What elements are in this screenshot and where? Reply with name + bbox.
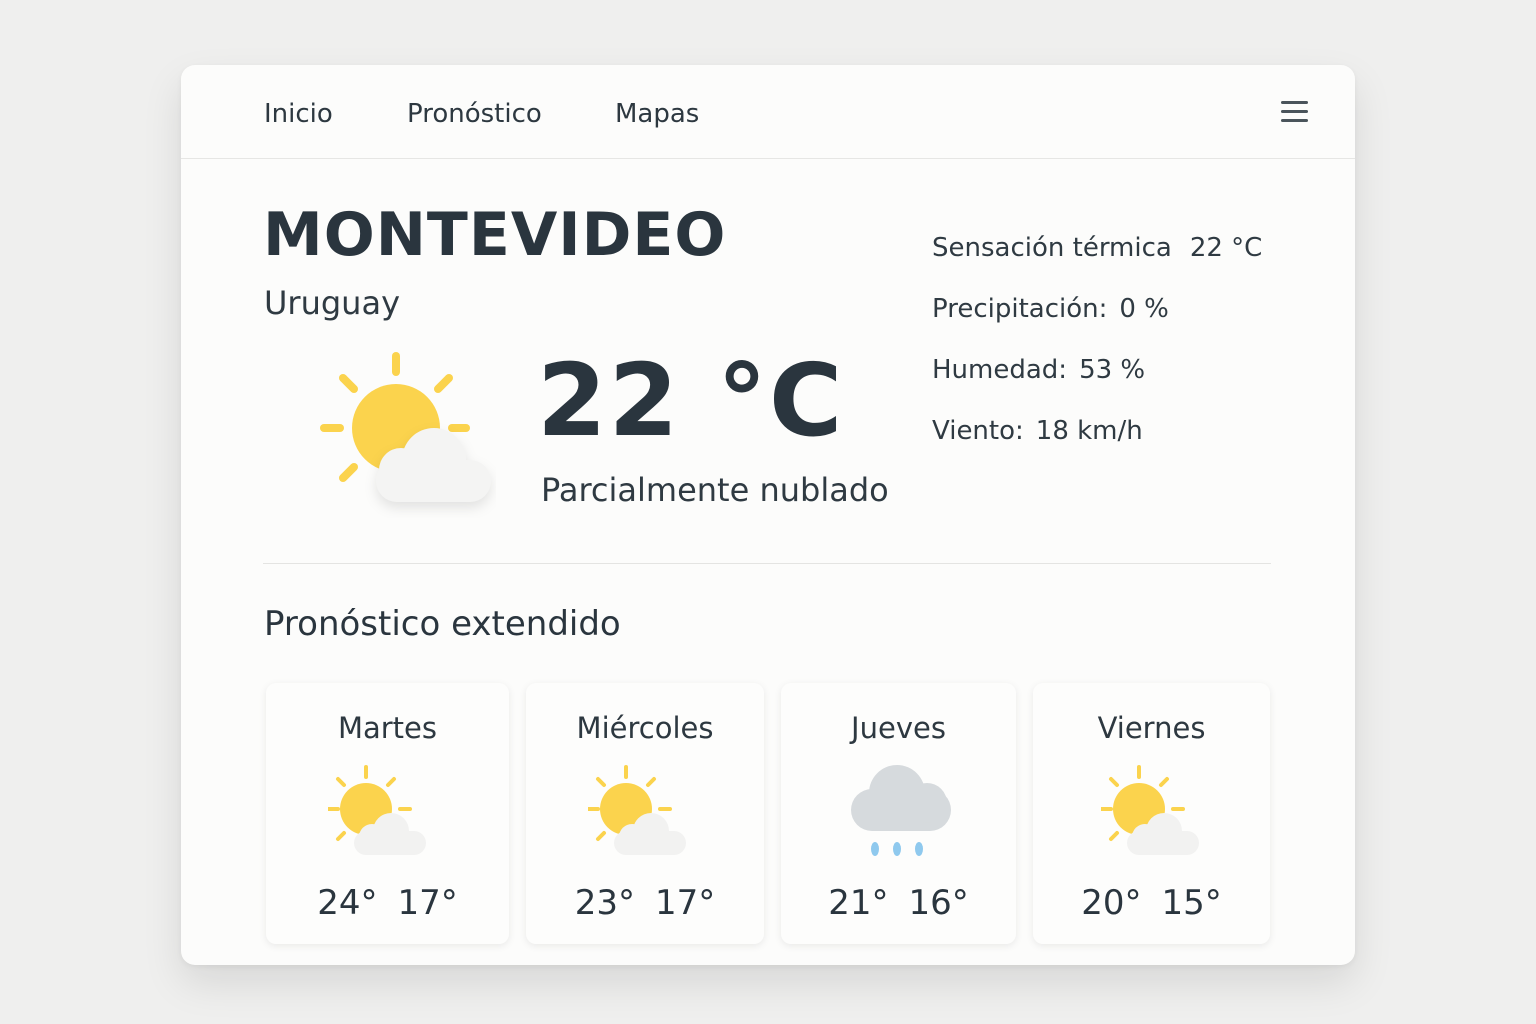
forecast-day-card[interactable]: Viernes 20° 15° bbox=[1033, 683, 1270, 944]
detail-label: Precipitación: bbox=[932, 294, 1108, 324]
partly-cloudy-icon bbox=[328, 765, 426, 855]
detail-label: Viento: bbox=[932, 416, 1024, 446]
day-high: 23° bbox=[574, 883, 635, 923]
forecast-day-card[interactable]: Jueves 21° 16° bbox=[781, 683, 1016, 944]
section-divider bbox=[263, 563, 1271, 564]
nav-item-mapas[interactable]: Mapas bbox=[615, 99, 699, 129]
day-low: 17° bbox=[397, 883, 458, 923]
country-name: Uruguay bbox=[264, 284, 400, 322]
day-high: 21° bbox=[828, 883, 889, 923]
current-condition: Parcialmente nublado bbox=[541, 471, 889, 509]
day-low: 17° bbox=[655, 883, 716, 923]
day-high: 20° bbox=[1081, 883, 1142, 923]
day-name: Martes bbox=[337, 711, 438, 745]
detail-wind: Viento: 18 km/h bbox=[932, 416, 1143, 446]
current-temperature: 22 °C bbox=[537, 342, 845, 459]
top-nav: Inicio Pronóstico Mapas bbox=[181, 65, 1355, 159]
detail-label: Humedad: bbox=[932, 355, 1068, 385]
day-temperatures: 24° 17° bbox=[266, 883, 509, 923]
detail-value: 0 % bbox=[1119, 294, 1169, 324]
forecast-day-card[interactable]: Martes 24° 17° bbox=[266, 683, 509, 944]
detail-value: 18 km/h bbox=[1035, 416, 1143, 446]
day-high: 24° bbox=[317, 883, 378, 923]
partly-cloudy-icon bbox=[320, 352, 491, 502]
day-name: Jueves bbox=[851, 711, 946, 745]
extended-forecast-title: Pronóstico extendido bbox=[264, 604, 621, 644]
nav-item-pronostico[interactable]: Pronóstico bbox=[407, 99, 542, 129]
day-low: 15° bbox=[1161, 883, 1222, 923]
detail-value: 22 °C bbox=[1189, 233, 1263, 263]
rain-cloud-icon bbox=[851, 765, 951, 856]
partly-cloudy-icon bbox=[1101, 765, 1199, 855]
detail-value: 53 % bbox=[1079, 355, 1146, 385]
day-temperatures: 21° 16° bbox=[781, 883, 1016, 923]
detail-humidity: Humedad: 53 % bbox=[932, 355, 1145, 385]
day-name: Viernes bbox=[1097, 711, 1206, 745]
hamburger-menu-icon[interactable] bbox=[1281, 101, 1309, 125]
day-temperatures: 20° 15° bbox=[1033, 883, 1270, 923]
detail-label: Sensación térmica bbox=[932, 233, 1172, 263]
partly-cloudy-icon bbox=[588, 765, 686, 855]
nav-item-inicio[interactable]: Inicio bbox=[264, 99, 333, 129]
detail-feels-like: Sensación térmica 22 °C bbox=[932, 233, 1262, 263]
day-name: Miércoles bbox=[576, 711, 714, 745]
day-temperatures: 23° 17° bbox=[526, 883, 764, 923]
detail-precipitation: Precipitación: 0 % bbox=[932, 294, 1169, 324]
city-name: MONTEVIDEO bbox=[263, 200, 727, 270]
day-low: 16° bbox=[908, 883, 969, 923]
forecast-day-card[interactable]: Miércoles 23° 17° bbox=[526, 683, 764, 944]
weather-card: Inicio Pronóstico Mapas MONTEVIDEO Urugu… bbox=[181, 65, 1355, 965]
